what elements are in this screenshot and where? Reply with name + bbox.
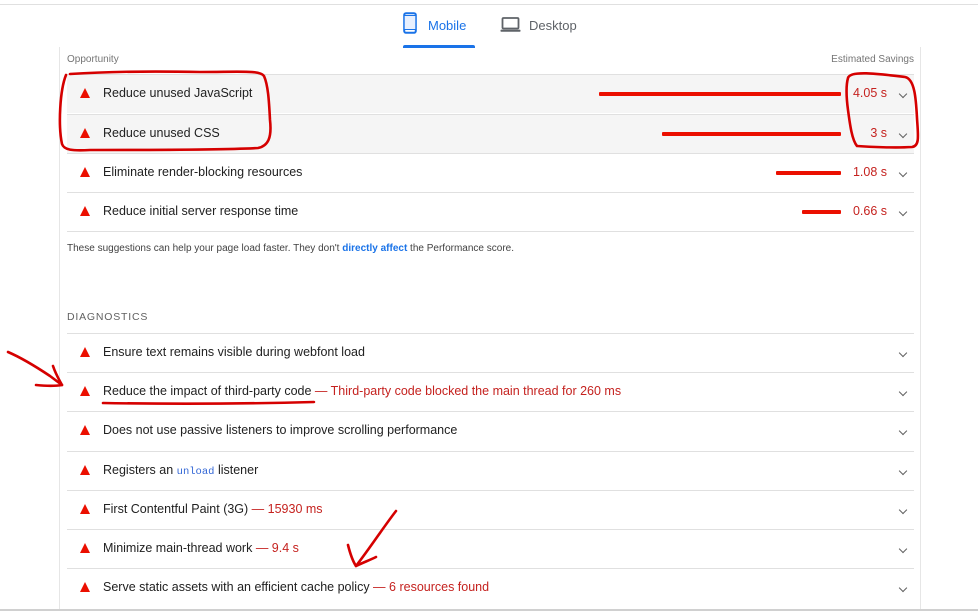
chevron-down-icon[interactable] bbox=[898, 426, 908, 436]
annotation-arrow-diagnostics bbox=[6, 350, 64, 387]
audit-title: Ensure text remains visible during webfo… bbox=[103, 345, 365, 359]
diagnostic-item[interactable]: Serve static assets with an efficient ca… bbox=[67, 568, 914, 607]
savings-bar bbox=[802, 210, 841, 214]
laptop-icon bbox=[500, 17, 521, 38]
code-token: unload bbox=[176, 466, 215, 478]
chevron-down-icon[interactable] bbox=[898, 89, 908, 99]
fail-triangle-icon bbox=[80, 425, 90, 435]
savings-value: 4.05 s bbox=[852, 86, 887, 100]
estimated-savings-header: Estimated Savings bbox=[831, 54, 914, 65]
savings-value: 3 s bbox=[870, 126, 887, 140]
audit-title: Minimize main-thread work — 9.4 s bbox=[103, 541, 299, 555]
fail-triangle-icon bbox=[80, 347, 90, 357]
opportunity-item-render-blocking[interactable]: Eliminate render-blocking resources 1.08… bbox=[67, 153, 914, 192]
chevron-down-icon[interactable] bbox=[898, 168, 908, 178]
fail-triangle-icon bbox=[80, 386, 90, 396]
note-text-end: the Performance score. bbox=[407, 243, 514, 254]
diagnostic-item[interactable]: Minimize main-thread work — 9.4 s bbox=[67, 529, 914, 568]
chevron-down-icon[interactable] bbox=[898, 207, 908, 217]
fail-triangle-icon bbox=[80, 582, 90, 592]
tab-mobile[interactable]: Mobile bbox=[403, 12, 475, 48]
diagnostic-item[interactable]: First Contentful Paint (3G) — 15930 ms bbox=[67, 490, 914, 529]
tab-desktop-label: Desktop bbox=[529, 18, 577, 33]
device-tabs: Mobile Desktop bbox=[0, 0, 978, 48]
audit-title: Reduce unused JavaScript bbox=[103, 86, 253, 100]
diagnostic-item[interactable]: Reduce the impact of third-party code — … bbox=[67, 372, 914, 411]
diagnostic-item[interactable]: Registers an unload listener bbox=[67, 451, 914, 490]
chevron-down-icon[interactable] bbox=[898, 387, 908, 397]
audit-title: Reduce unused CSS bbox=[103, 126, 220, 140]
fail-triangle-icon bbox=[80, 167, 90, 177]
fail-triangle-icon bbox=[80, 88, 90, 98]
fail-triangle-icon bbox=[80, 504, 90, 514]
chevron-down-icon[interactable] bbox=[898, 505, 908, 515]
note-text: These suggestions can help your page loa… bbox=[67, 243, 343, 254]
diagnostic-item[interactable]: Does not use passive listeners to improv… bbox=[67, 411, 914, 450]
savings-value: 1.08 s bbox=[852, 165, 887, 179]
chevron-down-icon[interactable] bbox=[898, 348, 908, 358]
tab-mobile-label: Mobile bbox=[428, 18, 467, 33]
opportunity-header: Opportunity bbox=[67, 54, 119, 65]
savings-bar bbox=[599, 92, 841, 96]
smartphone-icon bbox=[403, 12, 417, 39]
audit-title: Reduce the impact of third-party code — … bbox=[103, 384, 622, 398]
savings-value: 0.66 s bbox=[852, 204, 887, 218]
chevron-down-icon[interactable] bbox=[898, 129, 908, 139]
opportunity-item-unused-javascript[interactable]: Reduce unused JavaScript 4.05 s bbox=[67, 74, 914, 113]
opportunity-item-server-response[interactable]: Reduce initial server response time 0.66… bbox=[67, 192, 914, 231]
chevron-down-icon[interactable] bbox=[898, 583, 908, 593]
fail-triangle-icon bbox=[80, 465, 90, 475]
fail-triangle-icon bbox=[80, 206, 90, 216]
audit-title: Registers an unload listener bbox=[103, 463, 259, 478]
audit-title: Reduce initial server response time bbox=[103, 204, 299, 218]
opportunity-note: These suggestions can help your page loa… bbox=[67, 243, 514, 254]
chevron-down-icon[interactable] bbox=[898, 544, 908, 554]
tab-desktop[interactable]: Desktop bbox=[500, 12, 590, 48]
audit-title: First Contentful Paint (3G) — 15930 ms bbox=[103, 502, 323, 516]
divider bbox=[67, 231, 914, 232]
fail-triangle-icon bbox=[80, 128, 90, 138]
fail-triangle-icon bbox=[80, 543, 90, 553]
chevron-down-icon[interactable] bbox=[898, 466, 908, 476]
audit-title: Eliminate render-blocking resources bbox=[103, 165, 303, 179]
diagnostics-heading: DIAGNOSTICS bbox=[67, 311, 149, 323]
audit-title: Serve static assets with an efficient ca… bbox=[103, 580, 490, 594]
diagnostic-item[interactable]: Ensure text remains visible during webfo… bbox=[67, 333, 914, 372]
audit-title: Does not use passive listeners to improv… bbox=[103, 423, 458, 437]
savings-bar bbox=[662, 132, 841, 136]
directly-affect-link[interactable]: directly affect bbox=[342, 243, 407, 254]
opportunity-item-unused-css[interactable]: Reduce unused CSS 3 s bbox=[67, 114, 914, 153]
savings-bar bbox=[776, 171, 841, 175]
